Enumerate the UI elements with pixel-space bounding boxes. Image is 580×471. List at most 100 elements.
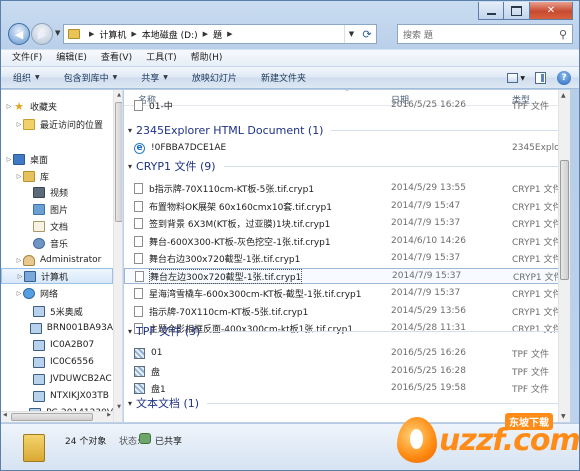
forward-arrow-icon: ▶ [37,27,47,41]
command-button[interactable]: 组织 ▼ [13,71,40,84]
group-header[interactable]: ▾ CRYP1 文件 (9) [128,158,558,174]
sidebar-item[interactable]: NTXIKJX03TB [1,388,113,404]
navigation-pane: ▷ ★ 收藏夹 ▷ 最近访问的位置 ▷ 桌面 ▷ 库视频 图片 文档 音乐 ▷ Administrator… [1,90,123,422]
scroll-left-icon[interactable]: ◀ [3,412,7,418]
scroll-thumb[interactable] [115,102,122,222]
sidebar-item[interactable]: ▷ 最近访问的位置 [1,116,113,132]
file-row[interactable]: 舞台右边300x720截型-1张.tif.cryp1 2014/7/9 15:37… [124,250,570,266]
scroll-thumb[interactable] [11,413,93,421]
command-label: 组织 [13,74,32,84]
file-row[interactable]: 星海湾雪橇车-600x300cm-KT板-截型-1张.tif.cryp1 2014… [124,285,570,301]
network-icon [23,287,35,299]
scroll-thumb[interactable] [560,160,569,280]
collapse-chevron-icon[interactable]: ▾ [128,126,132,135]
expand-toggle-icon[interactable]: ▷ [5,103,13,110]
menu-item[interactable]: 帮助(H) [184,49,230,67]
search-input[interactable]: 搜索 題 [398,28,554,41]
sidebar-item[interactable]: IC0C6556 [1,354,113,370]
expand-toggle-icon[interactable]: ▷ [15,290,23,297]
group-header[interactable]: ▾ TPF 文件 (3) [128,323,558,339]
file-row[interactable]: b指示牌-70X110cm-KT板-5张.tif.cryp1 2014/5/29 … [124,180,570,196]
file-date: 2014/6/10 14:26 [391,236,466,246]
menu-item[interactable]: 文件(F) [5,49,49,67]
breadcrumb-separator-icon[interactable]: ▶ [203,30,208,38]
scroll-right-icon[interactable]: ▶ [107,412,111,418]
maximize-button[interactable] [504,2,530,20]
change-view-button[interactable]: ▼ [507,70,525,86]
file-row[interactable]: 布置物料OK展架 60x160cmx10套.tif.cryp1 2014/7/9 … [124,198,570,214]
sidebar-item[interactable]: 文档 [1,218,113,234]
sidebar-item[interactable]: ▷ ★ 收藏夹 [1,98,113,114]
recent-pages-dropdown[interactable]: ▼ [55,29,60,37]
group-header[interactable]: ▾ 2345Explorer HTML Document (1) [128,122,558,138]
sidebar-item[interactable]: 视频 [1,184,113,200]
close-button[interactable]: ✕ [530,2,573,20]
sidebar-item[interactable]: ▷ 计算机 [1,268,113,284]
breadcrumb-item[interactable]: 计算机 [99,28,126,41]
collapse-chevron-icon[interactable]: ▾ [128,327,132,336]
sidebar-item[interactable]: BRN001BA93A [1,320,113,336]
address-bar[interactable]: ▶ 计算机 ▶ 本地磁盘 (D:) ▶ 題 ▶ ▼ ⟳ [63,24,377,44]
address-history-dropdown[interactable]: ▼ [344,25,358,43]
sidebar-item-label: 网络 [40,289,59,300]
breadcrumb-separator-icon[interactable]: ▶ [227,30,232,38]
view-icon [507,73,519,83]
forward-button[interactable]: ▶ [31,23,53,45]
expand-toggle-icon[interactable]: ▷ [15,173,23,180]
file-row[interactable]: 01-中 2016/5/25 16:26 TPF 文件 [124,97,570,113]
sidebar-item[interactable]: 音乐 [1,235,113,251]
file-row[interactable]: 签到背景 6X3M(KT板，过亚膜)1块.tif.cryp1 2014/7/9 1… [124,215,570,231]
watermark-logo: uzzf.com 东坡下载 [397,403,579,469]
help-button[interactable]: ? [555,70,573,86]
file-row[interactable]: e !0FBBA7DCE1AE 2345Explore [124,140,570,156]
navigation-vertical-scrollbar[interactable]: ▲ ▼ [113,90,122,422]
sidebar-item[interactable]: ▷ 网络 [1,285,113,301]
search-icon[interactable]: ⚲ [554,28,572,41]
expand-toggle-icon[interactable]: ▷ [16,273,24,280]
collapse-chevron-icon[interactable]: ▾ [128,399,132,408]
menu-item[interactable]: 查看(V) [94,49,139,67]
scroll-up-icon[interactable]: ▲ [115,92,122,98]
search-box[interactable]: 搜索 題 ⚲ [397,24,573,44]
file-list-scrollbar[interactable]: ▲ ▼ [558,90,570,422]
sidebar-item[interactable]: IC0A2B07 [1,337,113,353]
navigation-horizontal-scrollbar[interactable]: ◀ ▶ [1,411,113,422]
file-row[interactable]: 01 2016/5/25 16:26 TPF 文件 [124,345,570,361]
command-button[interactable]: 包含到库中 ▼ [64,71,118,84]
scroll-down-icon[interactable]: ▼ [115,404,122,410]
sidebar-item[interactable]: ▷ 库 [1,168,113,184]
sidebar-item[interactable]: 5米奥威 [1,303,113,319]
file-row[interactable]: 指示牌-70X110cm-KT板-5张.tif.cryp1 2014/5/29 1… [124,303,570,319]
file-type: CRYP1 文件 [512,307,562,318]
generic-file-icon [134,305,143,317]
breadcrumb-separator-icon[interactable]: ▶ [89,30,94,38]
breadcrumb-item[interactable]: 題 [213,28,222,41]
breadcrumb-item[interactable]: 本地磁盘 (D:) [142,28,198,41]
sidebar-item[interactable]: ▷ 桌面 [1,151,113,167]
file-row[interactable]: 舞台-600X300-KT板-灰色挖空-1张.tif.cryp1 2014/6/1… [124,233,570,249]
menu-item[interactable]: 编辑(E) [49,49,94,67]
breadcrumb-separator-icon[interactable]: ▶ [131,30,136,38]
menu-item[interactable]: 工具(T) [139,49,184,67]
refresh-icon[interactable]: ⟳ [358,25,376,43]
file-row[interactable]: 盘1 2016/5/25 19:58 TPF 文件 [124,380,570,396]
file-name-cell: 舞台-600X300-KT板-灰色挖空-1张.tif.cryp1 [134,235,331,248]
file-row[interactable]: 舞台左边300x720截型-1张.tif.cryp1 2014/7/9 15:37… [124,268,570,284]
file-row[interactable]: 盘 2016/5/25 16:28 TPF 文件 [124,363,570,379]
sidebar-item[interactable]: 图片 [1,201,113,217]
minimize-button[interactable] [478,2,504,20]
expand-toggle-icon[interactable]: ▷ [15,257,23,264]
expand-toggle-icon[interactable]: ▷ [15,121,23,128]
preview-pane-button[interactable] [531,70,549,86]
command-button[interactable]: 新建文件夹 [261,71,306,84]
back-button[interactable]: ◀ [8,23,30,45]
expand-toggle-icon[interactable]: ▷ [5,156,13,163]
command-button[interactable]: 共享 ▼ [141,71,168,84]
sidebar-item[interactable]: ▷ Administrator [1,252,113,268]
scroll-up-icon[interactable]: ▲ [561,92,566,99]
collapse-chevron-icon[interactable]: ▾ [128,162,132,171]
command-button[interactable]: 放映幻灯片 [192,71,237,84]
sidebar-item-label: IC0A2B07 [50,340,95,350]
address-controls: ▼ ⟳ [344,25,376,43]
sidebar-item[interactable]: JVDUWCB2AC [1,371,113,387]
